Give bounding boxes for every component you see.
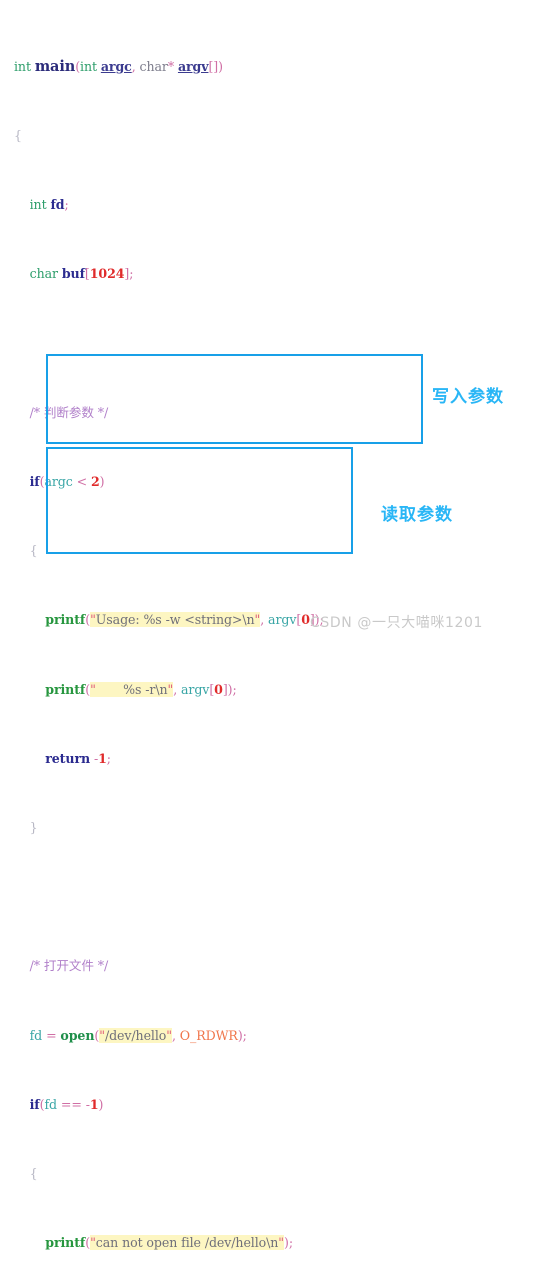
code-line-comment: /* 打开文件 */ bbox=[29, 958, 109, 974]
code-line: return -1; bbox=[45, 750, 111, 766]
code-line: int main(int argc, char* argv[]) bbox=[14, 57, 223, 75]
code-canvas: int main(int argc, char* argv[]) { int f… bbox=[0, 0, 556, 1251]
code-line: int fd; bbox=[29, 197, 69, 213]
annotation-label-write: 写入参数 bbox=[432, 387, 504, 407]
source-code-block: int main(int argc, char* argv[]) { int f… bbox=[14, 6, 554, 1286]
code-line: fd = open("/dev/hello", O_RDWR); bbox=[29, 1027, 247, 1043]
code-line: printf(" %s -r\n", argv[0]); bbox=[45, 681, 237, 697]
code-line: } bbox=[29, 819, 38, 835]
code-line: { bbox=[29, 1165, 38, 1181]
code-line: { bbox=[29, 543, 38, 559]
code-line: { bbox=[14, 128, 22, 144]
code-line: if(fd == -1) bbox=[29, 1096, 104, 1112]
annotation-label-read: 读取参数 bbox=[381, 505, 453, 525]
csdn-watermark: CSDN @一只大喵咪1201 bbox=[310, 615, 483, 631]
code-line: printf("can not open file /dev/hello\n")… bbox=[45, 1235, 293, 1251]
code-line: char buf[1024]; bbox=[29, 266, 134, 282]
code-line: if(argc < 2) bbox=[29, 474, 105, 490]
